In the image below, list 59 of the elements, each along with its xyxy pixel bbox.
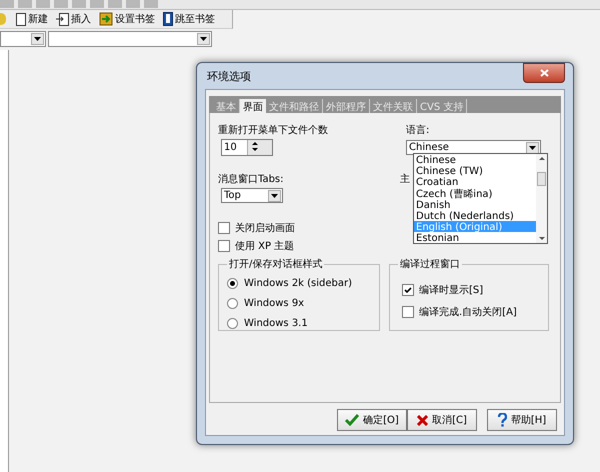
check-icon	[345, 414, 360, 426]
checkbox[interactable]	[218, 240, 230, 252]
field-label: 主	[400, 172, 410, 186]
toolbar-button[interactable]: 设置书签	[97, 12, 157, 26]
radio-label: Windows 9x	[244, 298, 304, 308]
checkbox[interactable]	[402, 284, 414, 296]
radio-button[interactable]	[227, 318, 238, 328]
radio-button[interactable]	[227, 278, 238, 288]
bookmark-icon	[163, 12, 173, 26]
dropdown-arrow-icon	[529, 146, 536, 150]
spin-field[interactable]: 10	[221, 139, 273, 156]
scroll-down-icon	[538, 237, 544, 240]
checkbox[interactable]	[218, 222, 230, 234]
combo-box[interactable]	[0, 31, 46, 47]
help-icon	[498, 413, 507, 427]
list-item[interactable]: Chinese (TW)	[414, 165, 536, 176]
window-title: 环境选项	[206, 68, 251, 84]
scroll-up-icon	[538, 157, 544, 160]
group-title: 打开/保存对话框样式	[228, 258, 324, 271]
dialog-button[interactable]: 取消[C]	[407, 409, 477, 431]
field-label: 重新打开菜单下文件个数	[218, 124, 329, 137]
checkbox[interactable]	[402, 306, 414, 318]
close-icon	[540, 69, 548, 77]
combo-box[interactable]	[48, 31, 212, 47]
close-button[interactable]	[523, 63, 565, 83]
list-item[interactable]: Danish	[414, 198, 536, 210]
toolbar-button[interactable]: 新建	[14, 12, 50, 26]
checkbox-label: 关闭启动画面	[235, 222, 295, 235]
radio-button[interactable]	[227, 298, 238, 308]
bookmark-icon	[99, 12, 113, 26]
dialog-button[interactable]: 帮助[H]	[487, 409, 557, 431]
check-icon	[404, 286, 412, 294]
dialog-button[interactable]: 确定[O]	[337, 409, 407, 431]
list-item[interactable]: Chinese	[414, 154, 536, 166]
insert-icon	[56, 12, 69, 26]
close-icon	[417, 414, 428, 426]
list-item[interactable]: Croatian	[414, 176, 536, 188]
field-label: 消息窗口Tabs:	[218, 172, 285, 186]
toolbar-button[interactable]: 跳至书签	[161, 12, 217, 26]
radio-label: Windows 2k (sidebar)	[244, 278, 352, 288]
dropdown-arrow-icon	[271, 194, 278, 198]
list-item[interactable]: Czech (曹睎ina)	[414, 188, 536, 199]
dropdown-arrow-icon	[200, 37, 207, 41]
list-item[interactable]: Dutch (Nederlands)	[414, 210, 536, 222]
checkbox-label: 编译完成.自动关闭[A]	[419, 306, 517, 319]
field-label: 语言:	[406, 124, 430, 137]
scroll-thumb[interactable]	[537, 172, 546, 186]
spin-arrows-icon	[250, 140, 260, 153]
dropdown-arrow-icon	[34, 37, 41, 41]
toolbar-button[interactable]: 插入	[54, 12, 93, 26]
scrollbar[interactable]	[536, 154, 547, 243]
tab[interactable]: 界面	[240, 99, 266, 113]
list-item[interactable]: Estonian	[414, 232, 536, 244]
group-title: 编译过程窗口	[399, 258, 461, 271]
tabs-dropdown[interactable]: Top	[221, 188, 283, 203]
page-icon	[16, 12, 26, 26]
checkbox-label: 使用 XP 主题	[235, 240, 294, 253]
radio-label: Windows 3.1	[244, 318, 308, 328]
checkbox-label: 编译时显示[S]	[419, 284, 484, 297]
